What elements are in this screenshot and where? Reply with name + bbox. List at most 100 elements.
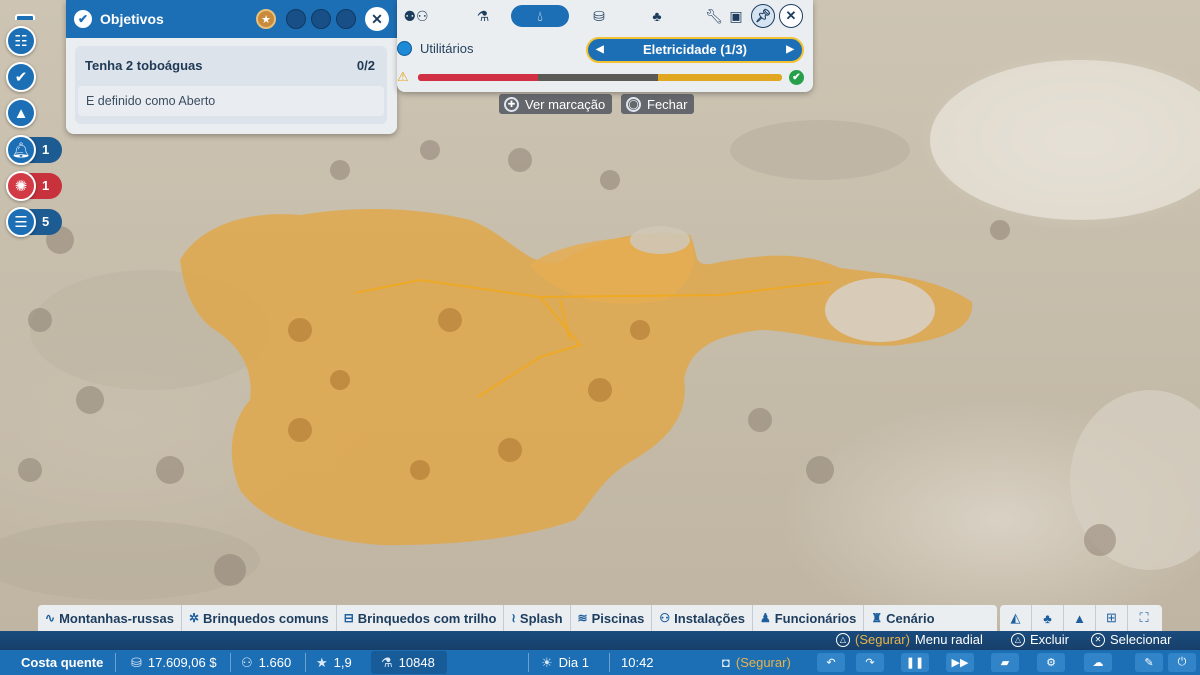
divider <box>230 653 231 672</box>
ride-alert-icon: ✺ <box>14 178 28 195</box>
day-display: ☀ Dia 1 <box>541 650 589 675</box>
view-marking-label: Ver marcação <box>525 96 606 112</box>
utilities-panel: ⚉⚇ ⚗ 💧︎ ⛁ ♣ 🔧︎ ▣ 📌︎ ✕ Utilitários ◀ Elet… <box>397 0 813 92</box>
tab-finance[interactable]: ⛁ <box>587 5 611 27</box>
controller-hint-strip: △ (Segurar) Menu radial △ Excluir ✕ Sele… <box>0 631 1200 650</box>
pin-panel-button[interactable]: 📌︎ <box>751 4 775 28</box>
warning-icon: ⚠ <box>397 69 409 84</box>
divider <box>305 653 306 672</box>
tab-staff[interactable]: ▣ <box>727 5 745 27</box>
divider <box>528 653 529 672</box>
objectives-title: Objetivos <box>100 11 164 27</box>
park-name[interactable]: Costa quente <box>21 650 103 675</box>
electricity-selector[interactable]: ◀ Eletricidade (1/3) ▶ <box>586 37 804 63</box>
category-label: Splash <box>519 610 563 626</box>
camera-button[interactable]: ▰ <box>991 653 1019 672</box>
check-circle-icon: ✔ <box>74 10 92 28</box>
blueprint-button[interactable]: ⊞ <box>1096 605 1128 631</box>
fullscreen-button[interactable]: ⛶ <box>1128 605 1160 631</box>
chevron-left-icon[interactable]: ◀ <box>596 39 604 61</box>
circle-button-icon: ◯ <box>626 96 641 112</box>
hold-label: (Segurar) <box>855 632 910 647</box>
category-staff[interactable]: ♟ Funcionários <box>753 605 865 631</box>
research-value: 10848 <box>398 655 435 670</box>
utilities-label-row: Utilitários <box>397 41 473 56</box>
mountain-tool-button[interactable]: ▲ <box>1064 605 1096 631</box>
splash-icon: ≀ <box>511 611 516 625</box>
objectives-header: ✔ Objetivos ★ ✕ <box>66 0 397 38</box>
undo-button[interactable]: ↶ <box>817 653 845 672</box>
category-scenery[interactable]: ♜ Cenário <box>864 605 941 631</box>
objective-slot-1 <box>286 9 306 29</box>
category-pools[interactable]: ≋ Piscinas <box>571 605 653 631</box>
objective-condition: E definido como Aberto <box>78 86 384 116</box>
category-track-rides[interactable]: ⊟ Brinquedos com trilho <box>337 605 505 631</box>
coaster-icon: ∿ <box>45 611 56 625</box>
pin-icon: 📌︎ <box>754 8 772 23</box>
research-display[interactable]: ⚗ 10848 <box>381 650 435 675</box>
clipboard-clip-icon <box>15 14 35 20</box>
mountain-icon: ▲ <box>1073 610 1086 626</box>
close-hint[interactable]: ◯ Fechar <box>621 94 695 114</box>
tree-icon: ♣ <box>652 8 662 24</box>
triangle-button-icon: △ <box>836 632 850 647</box>
category-splash[interactable]: ≀ Splash <box>504 605 571 631</box>
list-button[interactable]: ☰ <box>6 207 36 237</box>
mountain-add-icon: ▲ <box>13 104 29 122</box>
settings-button[interactable]: ⚙ <box>1037 653 1065 672</box>
tab-scenery[interactable]: ♣ <box>645 5 669 27</box>
star-medal-icon: ★ <box>256 9 276 29</box>
notifications-mute-button[interactable]: ✎ <box>1135 653 1163 672</box>
category-label: Instalações <box>674 610 745 626</box>
objective-card[interactable]: Tenha 2 toboáguas 0/2 E definido como Ab… <box>75 46 387 124</box>
category-rides[interactable]: ✲ Brinquedos comuns <box>182 605 337 631</box>
flask-icon: ⚗ <box>381 654 393 670</box>
redo-button[interactable]: ↷ <box>856 653 884 672</box>
money-display[interactable]: ⛁ 17.609,06 $ <box>131 650 217 675</box>
select-hint: ✕ Selecionar <box>1091 632 1171 647</box>
notifications-button[interactable]: 🔔︎ <box>6 135 36 165</box>
staff-badge-icon: ▣ <box>729 7 743 24</box>
close-icon: ✕ <box>785 8 797 23</box>
alerts-button[interactable]: ✺ <box>6 171 36 201</box>
square-button-icon: ◘ <box>722 655 730 670</box>
view-tools-bar: ◭ ♣ ▲ ⊞ ⛶ <box>1000 605 1162 631</box>
fast-forward-button[interactable]: ▶▶ <box>946 653 974 672</box>
guests-display[interactable]: ⚇ 1.660 <box>241 650 291 675</box>
rating-display[interactable]: ★ 1,9 <box>316 650 352 675</box>
category-facilities[interactable]: ⚇ Instalações <box>652 605 753 631</box>
select-label: Selecionar <box>1110 632 1172 647</box>
chevron-right-icon[interactable]: ▶ <box>786 39 794 61</box>
hold-hint: ◘ (Segurar) <box>722 650 791 675</box>
category-coasters[interactable]: ∿ Montanhas-russas <box>38 605 182 631</box>
staff-icon: ♟ <box>759 611 771 625</box>
coverage-bar-dark <box>538 74 659 81</box>
radial-menu-hint: △ (Segurar) Menu radial <box>836 632 983 647</box>
ok-check-icon: ✔ <box>789 70 804 85</box>
tab-guests[interactable]: ⚉⚇ <box>399 5 433 27</box>
tab-research[interactable]: ⚗ <box>471 5 495 27</box>
scenery-icon: ♜ <box>871 611 883 625</box>
flask-icon: ⚗ <box>476 7 490 24</box>
terrain-add-button[interactable]: ▲ <box>6 98 36 128</box>
objective-progress: 0/2 <box>356 58 375 73</box>
tab-utilities[interactable]: 💧︎ <box>511 5 569 27</box>
delete-label: Excluir <box>1030 632 1070 647</box>
pause-button[interactable]: ❚❚ <box>901 653 929 672</box>
cross-button-icon: ✕ <box>1091 632 1105 647</box>
close-utilities-button[interactable]: ✕ <box>779 4 803 28</box>
clipboard-icon: ☷ <box>14 33 28 50</box>
clipboard-button[interactable]: ☷ <box>6 26 36 56</box>
view-marking-hint[interactable]: ✚ Ver marcação <box>499 94 613 114</box>
objectives-button[interactable]: ✔ <box>6 62 36 92</box>
terrain-tool-button[interactable]: ◭ <box>1000 605 1032 631</box>
weather-button[interactable]: ☁ <box>1084 653 1112 672</box>
undo-icon: ↶ <box>826 657 836 669</box>
tree-tool-button[interactable]: ♣ <box>1032 605 1064 631</box>
close-icon: ✕ <box>371 10 383 27</box>
overlay-tabs: ⚉⚇ ⚗ 💧︎ ⛁ ♣ 🔧︎ ▣ 📌︎ ✕ <box>397 2 813 30</box>
close-objectives-button[interactable]: ✕ <box>365 7 389 31</box>
dpad-icon: ✚ <box>504 96 519 112</box>
power-button[interactable]: ⏻ <box>1168 653 1196 672</box>
tab-maintenance[interactable]: 🔧︎ <box>702 5 726 27</box>
